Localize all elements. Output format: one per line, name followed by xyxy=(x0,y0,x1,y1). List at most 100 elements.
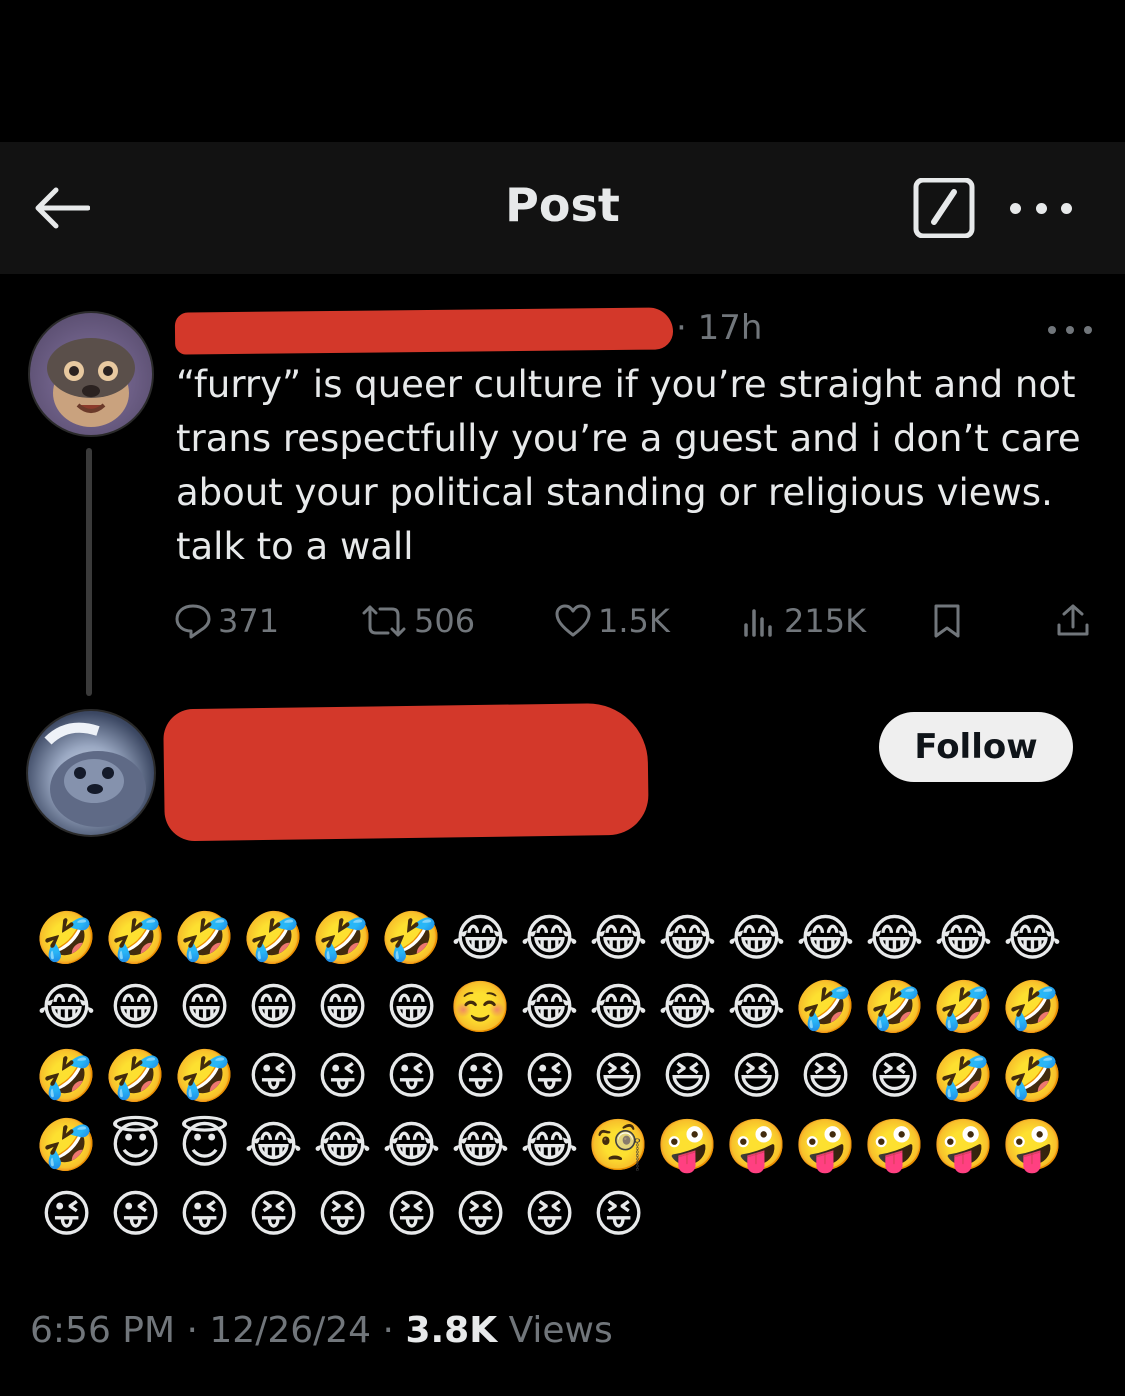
emoji: 😜 xyxy=(385,1047,438,1105)
emoji: 😆 xyxy=(730,1047,783,1105)
emoji: 😇 xyxy=(178,1116,231,1174)
emoji: 😂 xyxy=(589,978,648,1036)
emoji: 😝 xyxy=(247,1185,300,1243)
views-button[interactable]: 215K xyxy=(740,596,866,646)
bookmark-button[interactable] xyxy=(930,596,970,646)
emoji: 😂 xyxy=(727,909,786,967)
emoji: 😜 xyxy=(40,1185,93,1243)
emoji: 🤣 xyxy=(380,909,443,967)
emoji: 😁 xyxy=(178,978,231,1036)
seal-avatar-art xyxy=(44,722,146,827)
emoji-row: 🤣 😇 😇 😂 😂 😂 😂 😂 🧐 🤪 🤪 🤪 🤪 🤪 🤪 xyxy=(32,1113,1072,1177)
emoji: 😂 xyxy=(313,1116,372,1174)
emoji: 😜 xyxy=(109,1185,162,1243)
emoji: 🤪 xyxy=(656,1116,719,1174)
like-button[interactable]: 1.5K xyxy=(554,596,670,646)
emoji: 😇 xyxy=(109,1116,162,1174)
emoji: 🤣 xyxy=(35,1047,98,1105)
view-count: 215K xyxy=(784,602,867,640)
avatar[interactable] xyxy=(26,709,156,837)
tweet-more-button[interactable] xyxy=(1048,322,1092,338)
repost-button[interactable]: 506 xyxy=(360,596,475,646)
more-icon xyxy=(1048,326,1056,334)
emoji: 😂 xyxy=(1003,909,1062,967)
emoji: 🤪 xyxy=(863,1116,926,1174)
emoji: 😝 xyxy=(385,1185,438,1243)
emoji: 😜 xyxy=(454,1047,507,1105)
emoji: 😂 xyxy=(658,978,717,1036)
heart-icon xyxy=(555,604,591,637)
emoji: 😂 xyxy=(520,909,579,967)
emoji: ☺️ xyxy=(449,978,512,1036)
compose-button[interactable] xyxy=(912,177,976,239)
emoji: 😁 xyxy=(316,978,369,1036)
emoji: 🤣 xyxy=(35,1116,98,1174)
emoji: 🤣 xyxy=(863,978,926,1036)
emoji: 😜 xyxy=(247,1047,300,1105)
emoji: 😂 xyxy=(589,909,648,967)
tweet-actions: 371 506 1.5K 215K xyxy=(174,596,1100,646)
emoji: 🤪 xyxy=(932,1116,995,1174)
post-footer: 6:56 PM · 12/26/24 · 3.8K Views xyxy=(30,1310,613,1351)
emoji: 🤣 xyxy=(311,909,374,967)
share-button[interactable] xyxy=(1054,596,1098,646)
like-count: 1.5K xyxy=(598,602,670,640)
emoji: 😝 xyxy=(592,1185,645,1243)
emoji: 😂 xyxy=(520,1116,579,1174)
emoji: 🤣 xyxy=(173,1047,236,1105)
emoji: 🤣 xyxy=(173,909,236,967)
emoji: 🤣 xyxy=(1001,1047,1064,1105)
emoji: 😁 xyxy=(385,978,438,1036)
emoji: 🤣 xyxy=(242,909,305,967)
more-options-button[interactable] xyxy=(1010,190,1072,226)
emoji-row: 😂 😁 😁 😁 😁 😁 ☺️ 😂 😂 😂 😂 🤣 🤣 🤣 🤣 xyxy=(32,975,1072,1039)
emoji: 😆 xyxy=(799,1047,852,1105)
emoji: 🤪 xyxy=(725,1116,788,1174)
emoji: 🤣 xyxy=(35,909,98,967)
reply-icon xyxy=(175,604,211,639)
emoji: 😜 xyxy=(523,1047,576,1105)
emoji: 😝 xyxy=(523,1185,576,1243)
emoji: 😂 xyxy=(520,978,579,1036)
repost-count: 506 xyxy=(414,602,476,640)
bookmark-icon xyxy=(934,604,960,638)
emoji: 🤪 xyxy=(794,1116,857,1174)
more-icon xyxy=(1010,202,1021,214)
compose-icon xyxy=(913,177,975,239)
emoji: 🤣 xyxy=(104,909,167,967)
emoji: 😜 xyxy=(316,1047,369,1105)
tweet-text: “furry” is queer culture if you’re strai… xyxy=(176,363,1081,568)
emoji-row: 🤣 🤣 🤣 🤣 🤣 🤣 😂 😂 😂 😂 😂 😂 😂 😂 😂 xyxy=(32,906,1072,970)
emoji: 😆 xyxy=(868,1047,921,1105)
emoji-row: 😜 😜 😜 😝 😝 😝 😝 😝 😝 xyxy=(32,1182,1072,1246)
reply-button[interactable]: 371 xyxy=(174,596,279,646)
emoji: 🧐 xyxy=(587,1116,650,1174)
emoji: 😆 xyxy=(592,1047,645,1105)
emoji: 😂 xyxy=(244,1116,303,1174)
raccoon-avatar-art xyxy=(47,338,135,427)
emoji-row: 🤣 🤣 🤣 😜 😜 😜 😜 😜 😆 😆 😆 😆 😆 🤣 🤣 xyxy=(32,1044,1072,1108)
emoji: 😁 xyxy=(109,978,162,1036)
emoji: 🤣 xyxy=(794,978,857,1036)
emoji: 😝 xyxy=(454,1185,507,1243)
emoji: 😂 xyxy=(451,1116,510,1174)
emoji: 😜 xyxy=(178,1185,231,1243)
emoji: 😂 xyxy=(658,909,717,967)
post-time: 6:56 PM xyxy=(30,1310,176,1351)
emoji: 🤣 xyxy=(104,1047,167,1105)
redacted-username xyxy=(163,702,649,842)
tweet-timestamp: · 17h xyxy=(676,308,763,348)
reply-count: 371 xyxy=(218,602,280,640)
analytics-icon xyxy=(744,609,772,637)
emoji: 🤣 xyxy=(932,1047,995,1105)
emoji: 🤣 xyxy=(932,978,995,1036)
thread-connector xyxy=(86,448,92,696)
emoji: 😂 xyxy=(382,1116,441,1174)
emoji: 😂 xyxy=(451,909,510,967)
avatar[interactable] xyxy=(28,311,154,437)
emoji: 🤣 xyxy=(1001,978,1064,1036)
post-date: 12/26/24 xyxy=(209,1310,372,1351)
views-count: 3.8K xyxy=(405,1310,498,1351)
emoji: 😂 xyxy=(934,909,993,967)
follow-button[interactable]: Follow xyxy=(879,712,1073,782)
